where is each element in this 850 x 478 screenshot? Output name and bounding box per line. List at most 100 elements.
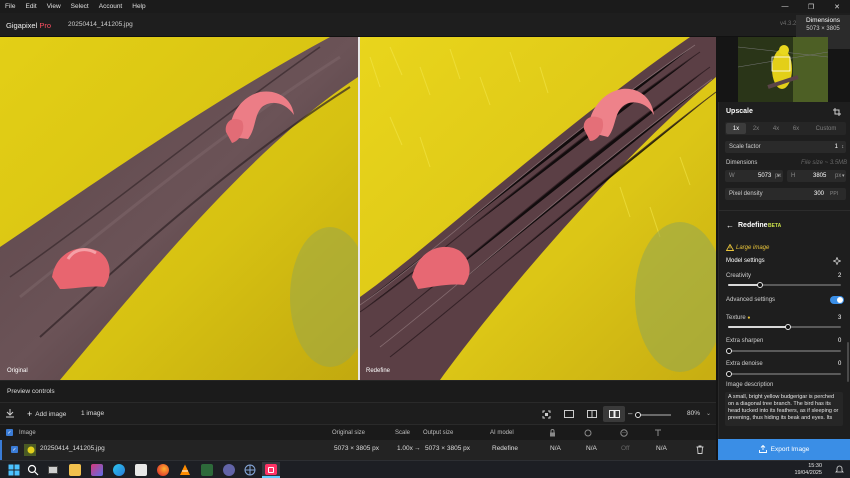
minimize-icon[interactable]: —: [772, 0, 798, 13]
width-field[interactable]: W 5073 px: [725, 170, 783, 182]
row-col1: N/A: [550, 445, 561, 452]
width-label: W: [729, 173, 735, 179]
notification-icon[interactable]: [835, 465, 844, 476]
menu-edit[interactable]: Edit: [20, 3, 41, 10]
file-explorer-icon[interactable]: [69, 464, 81, 476]
texture-slider[interactable]: [728, 323, 841, 330]
texture-fill: [728, 326, 788, 328]
extra-sharpen-slider[interactable]: [726, 347, 841, 354]
scale-6x[interactable]: 6x: [786, 123, 806, 134]
preview-area[interactable]: Original Redefine: [0, 37, 716, 380]
row-col4: N/A: [656, 445, 667, 452]
redefine-preview[interactable]: Redefine: [360, 37, 716, 380]
creativity-handle[interactable]: [756, 281, 763, 288]
media-app-icon[interactable]: [201, 464, 213, 476]
trash-icon[interactable]: [696, 445, 704, 456]
settings-panel: Upscale 1x 2x 4x 6x Custom Scale factor …: [718, 102, 850, 439]
copilot-icon[interactable]: [91, 464, 103, 476]
maximize-icon[interactable]: ❐: [798, 0, 824, 13]
clock-date: 19/04/2025: [794, 470, 822, 476]
denoise-icon: [584, 429, 592, 439]
scale-2x[interactable]: 2x: [746, 123, 766, 134]
zoom-dropdown-icon[interactable]: ⌄: [706, 410, 711, 417]
taskbar: 15:30 19/04/2025: [0, 460, 850, 478]
extra-denoise-value: 0: [838, 361, 842, 367]
scale-4x[interactable]: 4x: [766, 123, 786, 134]
firefox-icon[interactable]: [157, 464, 169, 476]
add-image-label: Add image: [35, 410, 67, 418]
crop-icon[interactable]: [833, 108, 841, 118]
menu-file[interactable]: File: [0, 3, 20, 10]
extra-sharpen-handle[interactable]: [726, 347, 732, 354]
advanced-settings-label: Advanced settings: [726, 297, 776, 303]
height-unit: px: [835, 173, 842, 179]
preview-controls-bar[interactable]: Preview controls: [0, 380, 716, 402]
windows-start-icon[interactable]: [8, 464, 20, 476]
row-col2: N/A: [586, 445, 597, 452]
gigapixel-taskbar-button[interactable]: [262, 462, 280, 478]
menu-select[interactable]: Select: [66, 3, 94, 10]
col-output-size: Output size: [423, 430, 454, 436]
panel-scrollbar[interactable]: [847, 342, 849, 382]
close-icon[interactable]: ✕: [824, 0, 850, 13]
split-view-icon[interactable]: [581, 406, 603, 422]
row-thumbnail: [24, 444, 36, 456]
advanced-settings-toggle[interactable]: [830, 296, 844, 304]
row-checkbox[interactable]: ✓: [11, 446, 18, 453]
large-image-warning: Large image: [736, 245, 770, 251]
fit-view-icon[interactable]: [535, 406, 557, 422]
stepper-icon: ↕: [841, 144, 845, 150]
navigator-thumbnail[interactable]: [738, 37, 828, 102]
export-image-button[interactable]: Export Image: [718, 439, 850, 460]
creativity-slider[interactable]: [728, 281, 841, 288]
scale-custom[interactable]: Custom: [812, 123, 840, 134]
menu-account[interactable]: Account: [94, 3, 128, 10]
row-scale: 1.00x: [397, 445, 413, 452]
side-by-side-view-icon[interactable]: [603, 406, 625, 422]
zoom-slider-handle[interactable]: [635, 411, 641, 418]
select-all-checkbox[interactable]: ✓: [6, 429, 13, 436]
original-preview[interactable]: Original: [0, 37, 358, 380]
height-unit-dropdown-icon[interactable]: ▾: [842, 173, 845, 179]
zoom-slider[interactable]: [635, 411, 671, 418]
export-label: Export Image: [770, 446, 810, 453]
network-app-icon[interactable]: [244, 464, 256, 476]
version-label: v4.3.2: [780, 21, 797, 27]
scale-factor-field[interactable]: Scale factor 1 ↕: [725, 141, 846, 153]
table-row[interactable]: ✓ 20250414_141205.jpg 5073 × 3805 px 1.0…: [0, 440, 716, 460]
search-icon[interactable]: [27, 464, 39, 476]
system-clock[interactable]: 15:30 19/04/2025: [794, 463, 822, 477]
image-description-textarea[interactable]: A small, bright yellow budgerigar is per…: [725, 392, 843, 426]
file-size-label: File size ~ 3.5MB: [801, 160, 848, 166]
window-controls: — ❐ ✕: [772, 0, 850, 13]
extra-sharpen-label: Extra sharpen: [726, 338, 764, 344]
col-ai-model: AI model: [490, 430, 514, 436]
edge-icon[interactable]: [113, 464, 125, 476]
collapse-icon[interactable]: [5, 408, 15, 418]
back-arrow-icon[interactable]: ←: [726, 221, 734, 230]
menu-view[interactable]: View: [42, 3, 66, 10]
model-settings-label: Model settings: [726, 258, 765, 264]
height-field[interactable]: H 3805 px: [787, 170, 846, 182]
dimensions-title: Dimensions: [806, 17, 840, 24]
sparkle-icon[interactable]: [832, 256, 842, 267]
extra-denoise-slider[interactable]: [726, 370, 841, 377]
scale-1x[interactable]: 1x: [726, 123, 746, 134]
pixel-density-field[interactable]: Pixel density 300 PPI: [725, 188, 846, 200]
col-scale: Scale: [395, 430, 411, 436]
task-view-icon[interactable]: [47, 464, 59, 476]
menu-help[interactable]: Help: [127, 3, 150, 10]
zoom-level: 80%: [687, 410, 701, 417]
store-icon[interactable]: [135, 464, 147, 476]
texture-value: 3: [838, 315, 842, 321]
single-view-icon[interactable]: [558, 406, 580, 422]
teams-icon[interactable]: [223, 464, 235, 476]
texture-handle[interactable]: [784, 323, 791, 330]
vlc-icon[interactable]: [179, 464, 191, 476]
divider: [719, 210, 850, 211]
extra-denoise-handle[interactable]: [726, 370, 732, 377]
width-unit-dropdown-icon[interactable]: ▾: [777, 173, 780, 179]
arrow-icon: →: [414, 445, 421, 452]
col-image: Image: [19, 430, 36, 436]
add-image-button[interactable]: + Add image: [27, 409, 66, 419]
